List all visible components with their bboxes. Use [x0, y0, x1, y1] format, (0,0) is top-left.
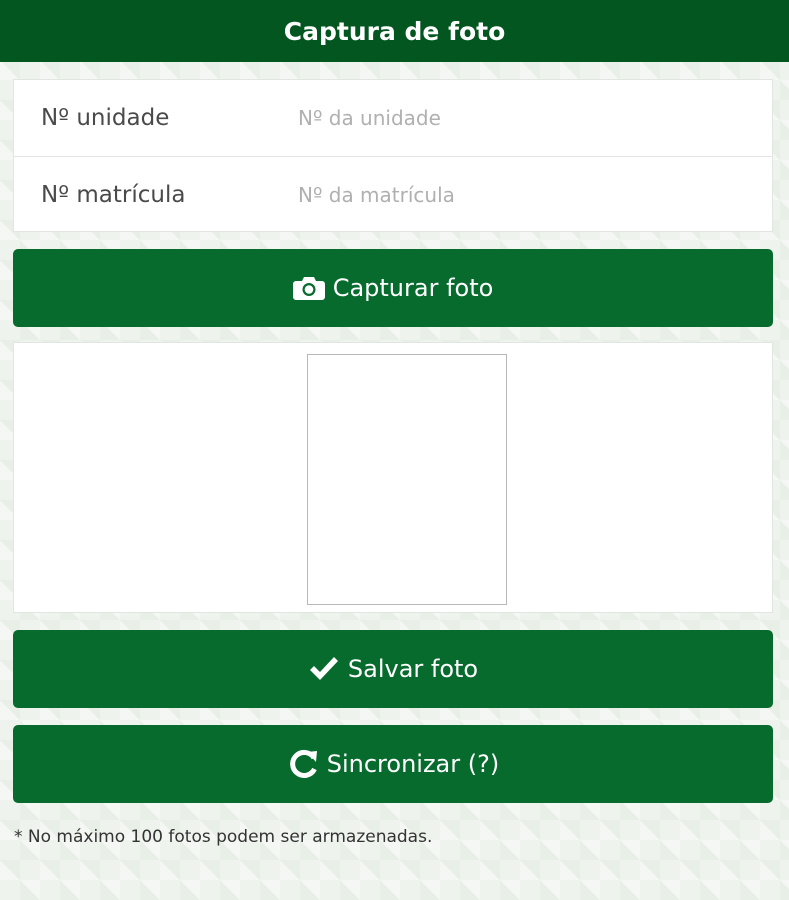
sync-label: Sincronizar (?)	[326, 750, 500, 778]
save-photo-button[interactable]: Salvar foto	[13, 630, 773, 708]
unit-row: Nº unidade	[14, 80, 772, 156]
unit-label: Nº unidade	[41, 105, 170, 131]
capture-photo-button[interactable]: Capturar foto	[13, 249, 773, 327]
storage-limit-note: * No máximo 100 fotos podem ser armazena…	[14, 827, 433, 847]
refresh-icon	[287, 749, 319, 779]
registration-input[interactable]	[296, 174, 760, 216]
app-header: Captura de foto	[0, 0, 789, 62]
photo-preview-panel	[13, 342, 773, 613]
check-icon	[308, 655, 340, 683]
identification-form: Nº unidade Nº matrícula	[13, 79, 773, 232]
sync-button[interactable]: Sincronizar (?)	[13, 725, 773, 803]
page-title: Captura de foto	[283, 16, 506, 46]
photo-preview-frame	[307, 354, 507, 605]
unit-input[interactable]	[296, 97, 760, 139]
registration-label: Nº matrícula	[41, 182, 186, 208]
save-photo-label: Salvar foto	[347, 655, 479, 683]
camera-icon	[292, 276, 325, 300]
registration-row: Nº matrícula	[14, 156, 772, 233]
capture-photo-label: Capturar foto	[332, 274, 494, 302]
